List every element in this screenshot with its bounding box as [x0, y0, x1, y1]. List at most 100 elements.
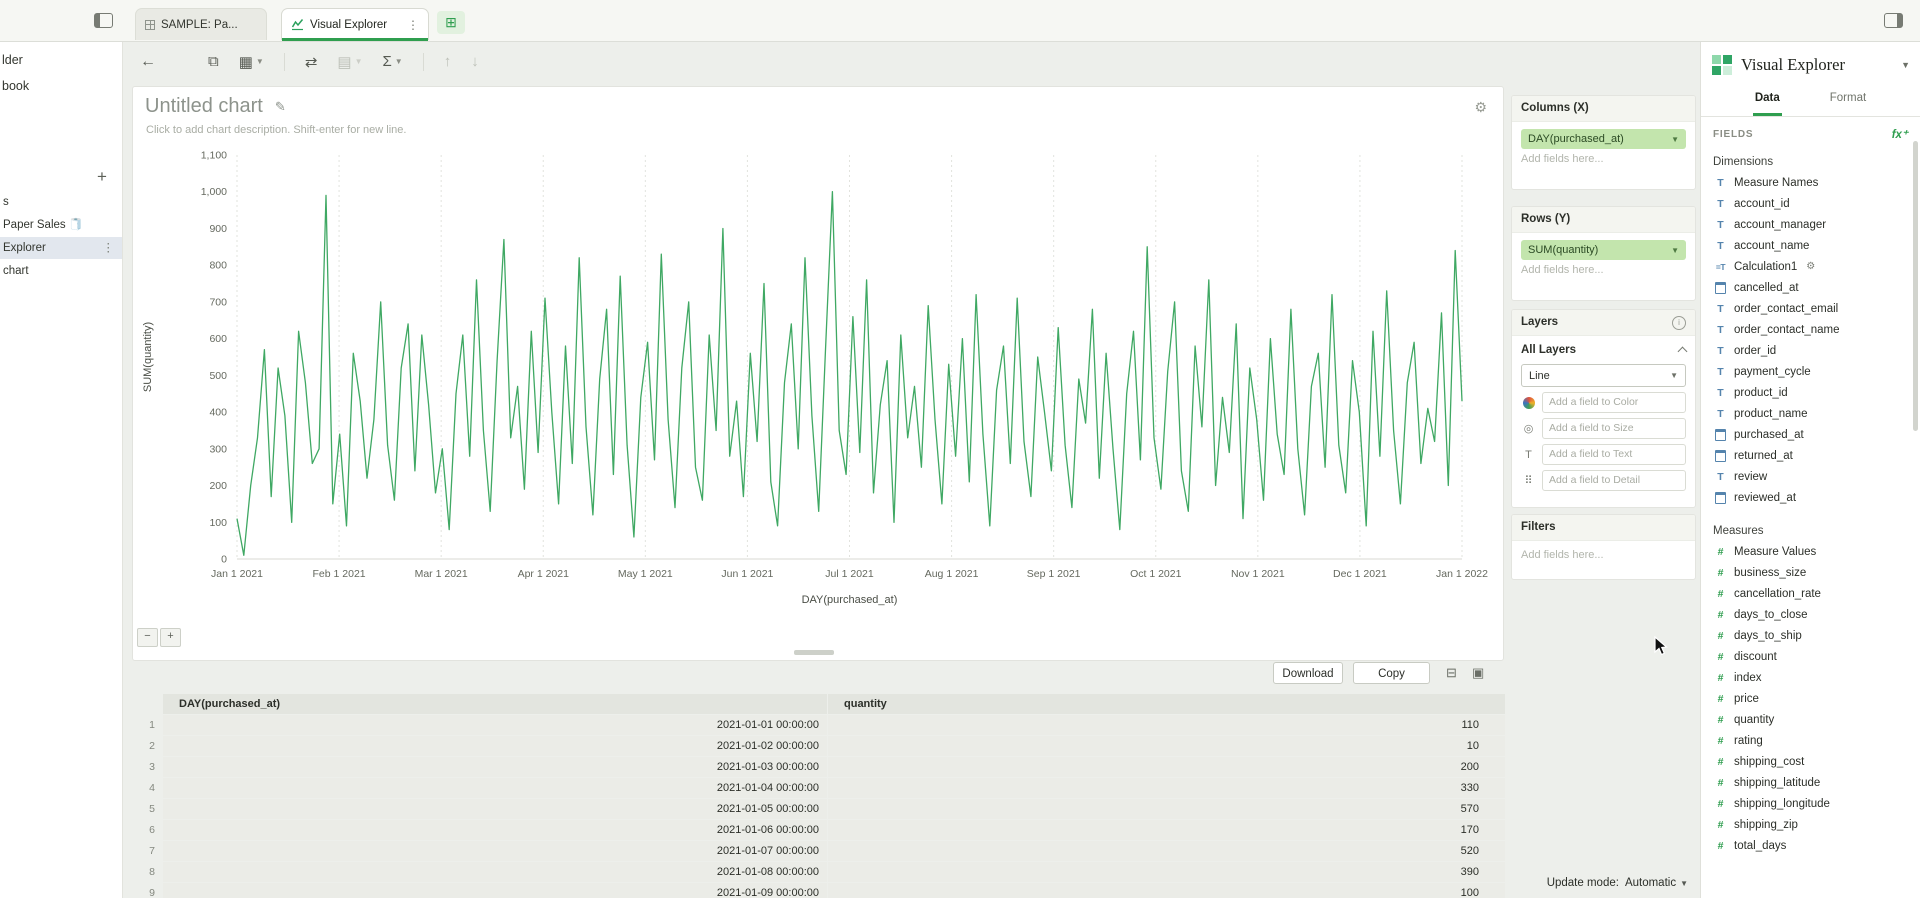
item-menu-icon[interactable]: ⋮: [103, 237, 115, 259]
field-name: reviewed_at: [1734, 492, 1796, 504]
zoom-out-button[interactable]: −: [137, 628, 158, 647]
sidebar-tree-item[interactable]: Explorer⋮: [0, 237, 122, 259]
scrollbar-thumb[interactable]: [1913, 141, 1918, 431]
filters-add-field-placeholder[interactable]: Add fields here...: [1521, 549, 1686, 561]
gear-icon[interactable]: ⚙: [1474, 99, 1487, 116]
field-item[interactable]: #discount: [1701, 646, 1920, 667]
field-item[interactable]: #shipping_zip: [1701, 814, 1920, 835]
field-item[interactable]: Treview: [1701, 466, 1920, 487]
field-item[interactable]: Torder_id: [1701, 340, 1920, 361]
mark-type-select[interactable]: Line ▼: [1521, 364, 1686, 387]
detail-field-input[interactable]: Add a field to Detail: [1542, 470, 1686, 491]
column-header[interactable]: DAY(purchased_at): [163, 694, 827, 714]
sidebar-item-workbook[interactable]: book: [2, 79, 29, 93]
text-field-input[interactable]: Add a field to Text: [1542, 444, 1686, 465]
zoom-in-button[interactable]: +: [160, 628, 181, 647]
svg-text:300: 300: [209, 443, 227, 455]
chart-type-icon[interactable]: ▦▼: [239, 53, 264, 71]
size-field-input[interactable]: Add a field to Size: [1542, 418, 1686, 439]
table-row[interactable]: 72021-01-07 00:00:00520: [132, 841, 1504, 861]
table-row[interactable]: 52021-01-05 00:00:00570: [132, 799, 1504, 819]
back-icon[interactable]: ←: [140, 53, 156, 71]
update-mode-select[interactable]: Automatic ▼: [1625, 877, 1688, 889]
field-item[interactable]: purchased_at: [1701, 424, 1920, 445]
field-item[interactable]: reviewed_at: [1701, 487, 1920, 508]
chevron-down-icon[interactable]: ▼: [1901, 60, 1910, 70]
swap-axes-icon[interactable]: ⇄: [305, 53, 318, 71]
column-header[interactable]: quantity: [828, 694, 1505, 714]
field-item[interactable]: #shipping_longitude: [1701, 793, 1920, 814]
field-item[interactable]: Taccount_manager: [1701, 214, 1920, 235]
field-item[interactable]: cancelled_at: [1701, 277, 1920, 298]
table-row[interactable]: 42021-01-04 00:00:00330: [132, 778, 1504, 798]
download-button[interactable]: Download: [1273, 662, 1343, 684]
line-chart[interactable]: Jan 1 2021Feb 1 2021Mar 1 2021Apr 1 2021…: [133, 87, 1503, 660]
sidebar-toggle-icon[interactable]: [94, 13, 113, 28]
sidebar-tree-item[interactable]: chart: [0, 260, 122, 282]
right-panel-toggle-icon[interactable]: [1884, 13, 1903, 28]
workbook-tab-visual-explorer[interactable]: Visual Explorer ⋮: [281, 8, 429, 40]
field-item[interactable]: =TCalculation1⚙: [1701, 256, 1920, 277]
splitter-handle[interactable]: [794, 650, 834, 655]
field-item[interactable]: #days_to_close: [1701, 604, 1920, 625]
table-row[interactable]: 62021-01-06 00:00:00170: [132, 820, 1504, 840]
table-row[interactable]: 12021-01-01 00:00:00110: [132, 715, 1504, 735]
sidebar-item-folder[interactable]: lder: [2, 53, 23, 67]
field-item[interactable]: #shipping_latitude: [1701, 772, 1920, 793]
field-item[interactable]: Tproduct_id: [1701, 382, 1920, 403]
columns-add-field-placeholder[interactable]: Add fields here...: [1521, 153, 1686, 165]
field-item[interactable]: #index: [1701, 667, 1920, 688]
field-item[interactable]: #quantity: [1701, 709, 1920, 730]
field-item[interactable]: TMeasure Names: [1701, 172, 1920, 193]
tab-format[interactable]: Format: [1828, 85, 1868, 116]
field-name: rating: [1734, 735, 1763, 747]
tab-menu-icon[interactable]: ⋮: [407, 18, 419, 32]
gear-icon[interactable]: ⚙: [1806, 261, 1815, 272]
field-item[interactable]: #price: [1701, 688, 1920, 709]
table-row[interactable]: 92021-01-09 00:00:00100: [132, 883, 1504, 898]
field-item[interactable]: #shipping_cost: [1701, 751, 1920, 772]
chart-description-placeholder[interactable]: Click to add chart description. Shift-en…: [146, 124, 406, 136]
columns-field-pill[interactable]: DAY(purchased_at) ▼: [1521, 129, 1686, 149]
field-item[interactable]: Tproduct_name: [1701, 403, 1920, 424]
workbook-tab-sample[interactable]: SAMPLE: Pa...: [135, 8, 267, 40]
aggregate-sigma-icon[interactable]: Σ▼: [383, 53, 403, 70]
field-item[interactable]: #days_to_ship: [1701, 625, 1920, 646]
svg-text:Mar 1 2021: Mar 1 2021: [415, 568, 468, 580]
field-item[interactable]: Torder_contact_name: [1701, 319, 1920, 340]
field-item[interactable]: Tpayment_cycle: [1701, 361, 1920, 382]
sidebar-tree-item[interactable]: s: [0, 191, 122, 213]
rows-add-field-placeholder[interactable]: Add fields here...: [1521, 264, 1686, 276]
sidebar-tree-item[interactable]: Paper Sales 🧻: [0, 214, 122, 236]
field-item[interactable]: Taccount_id: [1701, 193, 1920, 214]
field-item[interactable]: returned_at: [1701, 445, 1920, 466]
table-row[interactable]: 22021-01-02 00:00:0010: [132, 736, 1504, 756]
field-item[interactable]: #total_days: [1701, 835, 1920, 856]
chart-title[interactable]: Untitled chart: [145, 95, 263, 118]
all-layers-toggle[interactable]: All Layers: [1512, 336, 1695, 356]
number-field-icon: #: [1714, 651, 1727, 663]
rows-field-pill[interactable]: SUM(quantity) ▼: [1521, 240, 1686, 260]
table-row[interactable]: 82021-01-08 00:00:00390: [132, 862, 1504, 882]
new-chart-tab-button[interactable]: ⊞: [437, 11, 465, 34]
field-item[interactable]: #Measure Values: [1701, 541, 1920, 562]
field-name: purchased_at: [1734, 429, 1804, 441]
field-item[interactable]: #business_size: [1701, 562, 1920, 583]
collapse-table-icon[interactable]: ⊟: [1446, 665, 1457, 681]
field-item[interactable]: Torder_contact_email: [1701, 298, 1920, 319]
add-button[interactable]: +: [97, 167, 107, 187]
date-cell: 2021-01-05 00:00:00: [163, 799, 827, 819]
color-field-input[interactable]: Add a field to Color: [1542, 392, 1686, 413]
field-item[interactable]: Taccount_name: [1701, 235, 1920, 256]
edit-pencil-icon[interactable]: ✎: [275, 99, 286, 115]
duplicate-chart-icon[interactable]: ⧉: [208, 53, 219, 70]
field-item[interactable]: #cancellation_rate: [1701, 583, 1920, 604]
copy-button[interactable]: Copy: [1353, 662, 1430, 684]
info-icon[interactable]: i: [1672, 316, 1686, 330]
tab-data[interactable]: Data: [1753, 85, 1782, 116]
number-field-icon: #: [1714, 693, 1727, 705]
field-item[interactable]: #rating: [1701, 730, 1920, 751]
add-calculation-icon[interactable]: fx⁺: [1892, 127, 1908, 141]
expand-table-icon[interactable]: ▣: [1472, 665, 1484, 681]
table-row[interactable]: 32021-01-03 00:00:00200: [132, 757, 1504, 777]
